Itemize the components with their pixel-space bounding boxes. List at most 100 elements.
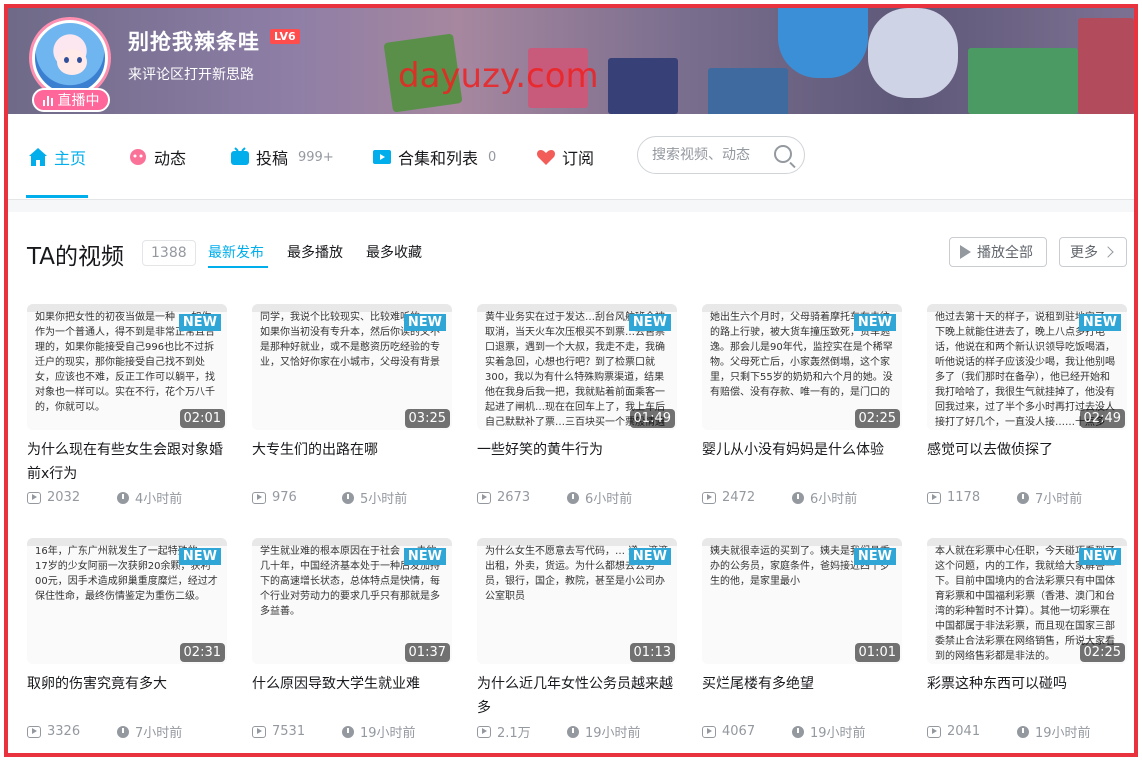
video-card[interactable]: 为什么女生不愿意去写代码，… 递，滴滴出租，外卖，货运。为什么都想去公务员，银行… bbox=[477, 538, 677, 741]
play-count-icon bbox=[927, 491, 941, 504]
video-thumbnail[interactable]: 她出生六个月时，父母骑着摩托车在去往的路上行驶，被大货车撞压致死，货车逃逸。那会… bbox=[702, 304, 902, 430]
gift-decoration bbox=[968, 48, 1078, 114]
tv-icon bbox=[231, 147, 249, 165]
publish-time: 19小时前 bbox=[810, 726, 866, 741]
video-card[interactable]: 如果你把女性的初夜当做是一种 … 如你作为一个普通人，得不到是非常正常且合理的，… bbox=[27, 304, 227, 507]
more-button[interactable]: 更多 bbox=[1059, 237, 1127, 267]
avatar-image[interactable] bbox=[32, 20, 108, 96]
clock-icon bbox=[117, 491, 129, 504]
video-card[interactable]: 她出生六个月时，父母骑着摩托车在去往的路上行驶，被大货车撞压致死，货车逃逸。那会… bbox=[702, 304, 902, 507]
video-card[interactable]: 他过去第十天的样子，说租到驻地完了一下晚上就能住进去了，晚上八点多打电话，他说在… bbox=[927, 304, 1127, 507]
tab-collections-count: 0 bbox=[488, 149, 497, 165]
play-count-icon bbox=[477, 725, 491, 738]
active-tab-indicator bbox=[26, 195, 88, 198]
publish-time: 19小时前 bbox=[360, 726, 416, 741]
clock-icon bbox=[792, 491, 804, 504]
publish-time: 19小时前 bbox=[1035, 726, 1091, 741]
video-thumbnail[interactable]: 黄牛业务实在过于发达…刮台风航班全被取消，当天火车次压根买不到票…去售票口退票，… bbox=[477, 304, 677, 430]
publish-time: 6小时前 bbox=[585, 492, 633, 507]
video-title[interactable]: 彩票这种东西可以碰吗 bbox=[927, 672, 1127, 720]
publish-time: 7小时前 bbox=[135, 726, 183, 741]
new-badge: NEW bbox=[403, 548, 446, 565]
search-input[interactable] bbox=[652, 147, 772, 163]
video-title[interactable]: 为什么现在有些女生会跟对象婚前x行为 bbox=[27, 438, 227, 486]
tab-home[interactable]: 主页 bbox=[28, 144, 86, 170]
gift-decoration bbox=[1078, 18, 1134, 114]
video-thumbnail[interactable]: 姨夫就很幸运的买到了。姨夫是我们县委办的公务员，家庭条件，爸妈接近四十岁生的他，… bbox=[702, 538, 902, 664]
play-icon bbox=[960, 245, 971, 259]
video-duration: 02:49 bbox=[1079, 409, 1125, 428]
play-count-icon bbox=[702, 491, 716, 504]
video-title[interactable]: 婴儿从小没有妈妈是什么体验 bbox=[702, 438, 902, 486]
view-count: 1178 bbox=[947, 490, 981, 505]
tab-videos[interactable]: 投稿 999+ bbox=[230, 144, 334, 170]
video-thumbnail[interactable]: 为什么女生不愿意去写代码，… 递，滴滴出租，外卖，货运。为什么都想去公务员，银行… bbox=[477, 538, 677, 664]
new-badge: NEW bbox=[178, 314, 221, 331]
view-count: 2041 bbox=[947, 724, 981, 739]
video-thumbnail[interactable]: 16年，广东广州就发生了一起特殊的，17岁的少女阿丽一次获卵20余颗，获利00元… bbox=[27, 538, 227, 664]
video-title[interactable]: 什么原因导致大学生就业难 bbox=[252, 672, 452, 720]
video-card[interactable]: 同学，我说个比较现实、比较难听的 … 如果你当初没有专升本，然后你读的又不是那种… bbox=[252, 304, 452, 507]
video-card[interactable]: 本人就在彩票中心任职，今天碰巧看到了这个问题，内的工作，我就给大家解答一下。目前… bbox=[927, 538, 1127, 741]
tab-videos-label: 投稿 bbox=[256, 149, 289, 168]
video-title[interactable]: 买烂尾楼有多绝望 bbox=[702, 672, 902, 720]
sort-most-played[interactable]: 最多播放 bbox=[287, 242, 343, 262]
search-icon[interactable] bbox=[774, 145, 792, 163]
video-meta: 3326 7小时前 bbox=[27, 722, 227, 741]
video-card[interactable]: 16年，广东广州就发生了一起特殊的，17岁的少女阿丽一次获卵20余颗，获利00元… bbox=[27, 538, 227, 741]
tab-collections[interactable]: 合集和列表 0 bbox=[372, 144, 496, 170]
video-card[interactable]: 学生就业难的根本原因在于社会 … 去的几十年，中国经济基本处于一种后发加持下的高… bbox=[252, 538, 452, 741]
sort-latest[interactable]: 最新发布 bbox=[208, 242, 264, 262]
view-count: 2.1万 bbox=[497, 726, 531, 741]
video-thumbnail[interactable]: 同学，我说个比较现实、比较难听的 … 如果你当初没有专升本，然后你读的又不是那种… bbox=[252, 304, 452, 430]
video-title[interactable]: 感觉可以去做侦探了 bbox=[927, 438, 1127, 486]
clock-icon bbox=[792, 725, 804, 738]
video-card[interactable]: 黄牛业务实在过于发达…刮台风航班全被取消，当天火车次压根买不到票…去售票口退票，… bbox=[477, 304, 677, 507]
video-count-badge: 1388 bbox=[142, 240, 196, 266]
heart-icon bbox=[537, 150, 555, 165]
video-card[interactable]: 姨夫就很幸运的买到了。姨夫是我们县委办的公务员，家庭条件，爸妈接近四十岁生的他，… bbox=[702, 538, 902, 741]
play-all-label: 播放全部 bbox=[977, 245, 1033, 261]
profile-nav: 主页 动态 投稿 999+ 合集和列表 0 订阅 bbox=[8, 114, 1134, 200]
video-duration: 02:25 bbox=[1079, 643, 1125, 662]
video-duration: 01:37 bbox=[404, 643, 450, 662]
video-title[interactable]: 一些好笑的黄牛行为 bbox=[477, 438, 677, 486]
video-thumbnail[interactable]: 他过去第十天的样子，说租到驻地完了一下晚上就能住进去了，晚上八点多打电话，他说在… bbox=[927, 304, 1127, 430]
tab-dynamic[interactable]: 动态 bbox=[128, 144, 186, 170]
play-all-button[interactable]: 播放全部 bbox=[949, 237, 1047, 267]
chevron-right-icon bbox=[1102, 246, 1114, 258]
live-bars-icon bbox=[42, 94, 53, 106]
video-duration: 01:01 bbox=[854, 643, 900, 662]
username[interactable]: 别抢我辣条哇 bbox=[128, 26, 260, 56]
avatar[interactable]: 直播中 bbox=[28, 16, 114, 112]
tab-subscribe[interactable]: 订阅 bbox=[536, 144, 594, 170]
play-count-icon bbox=[927, 725, 941, 738]
new-badge: NEW bbox=[628, 314, 671, 331]
new-badge: NEW bbox=[853, 548, 896, 565]
dynamic-icon bbox=[130, 149, 146, 165]
video-title[interactable]: 为什么近几年女性公务员越来越多 bbox=[477, 672, 677, 720]
video-thumbnail[interactable]: 学生就业难的根本原因在于社会 … 去的几十年，中国经济基本处于一种后发加持下的高… bbox=[252, 538, 452, 664]
video-meta: 2.1万 19小时前 bbox=[477, 722, 677, 741]
tab-subscribe-label: 订阅 bbox=[562, 149, 595, 168]
video-duration: 02:25 bbox=[854, 409, 900, 428]
live-badge[interactable]: 直播中 bbox=[32, 88, 110, 112]
tab-dynamic-label: 动态 bbox=[154, 149, 187, 168]
video-title[interactable]: 取卵的伤害究竟有多大 bbox=[27, 672, 227, 720]
clock-icon bbox=[117, 725, 129, 738]
publish-time: 19小时前 bbox=[585, 726, 641, 741]
view-count: 4067 bbox=[722, 724, 756, 739]
search-box[interactable] bbox=[637, 136, 805, 174]
level-badge: LV6 bbox=[270, 29, 300, 44]
view-count: 2032 bbox=[47, 490, 81, 505]
play-count-icon bbox=[477, 491, 491, 504]
video-thumbnail[interactable]: 如果你把女性的初夜当做是一种 … 如你作为一个普通人，得不到是非常正常且合理的，… bbox=[27, 304, 227, 430]
new-badge: NEW bbox=[1078, 548, 1121, 565]
publish-time: 5小时前 bbox=[360, 492, 408, 507]
sort-active-indicator bbox=[208, 266, 268, 268]
video-title[interactable]: 大专生们的出路在哪 bbox=[252, 438, 452, 486]
sort-most-favorited[interactable]: 最多收藏 bbox=[366, 242, 422, 262]
signature: 来评论区打开新思路 bbox=[128, 67, 254, 83]
playlist-icon bbox=[373, 150, 391, 164]
video-thumbnail[interactable]: 本人就在彩票中心任职，今天碰巧看到了这个问题，内的工作，我就给大家解答一下。目前… bbox=[927, 538, 1127, 664]
